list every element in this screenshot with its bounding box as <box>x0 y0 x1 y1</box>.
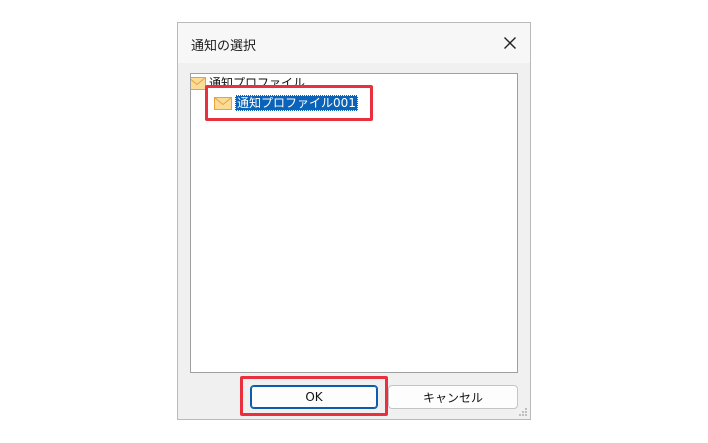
tree-node-profile-001-label: 通知プロファイル001 <box>235 95 358 111</box>
tree-node-profile-001[interactable]: 通知プロファイル001 <box>214 94 358 112</box>
tree-node-root-label: 通知プロファイル <box>209 76 306 90</box>
dialog-title: 通知の選択 <box>191 39 257 54</box>
close-icon <box>504 37 516 49</box>
resize-grip-icon[interactable] <box>518 407 528 417</box>
tree-node-root[interactable]: 通知プロファイル <box>191 74 306 92</box>
notification-tree[interactable]: 通知プロファイル 通知プロファイル001 <box>190 73 518 373</box>
mail-icon <box>214 96 232 110</box>
cancel-button[interactable]: キャンセル <box>388 385 518 409</box>
ok-button[interactable]: OK <box>250 385 378 409</box>
close-button[interactable] <box>490 23 530 63</box>
dialog-titlebar[interactable]: 通知の選択 <box>178 23 530 63</box>
select-notification-dialog: 通知の選択 通知プロファイル 通知プロファイル001 OK キャンセル <box>177 22 531 420</box>
mail-icon <box>191 76 206 90</box>
